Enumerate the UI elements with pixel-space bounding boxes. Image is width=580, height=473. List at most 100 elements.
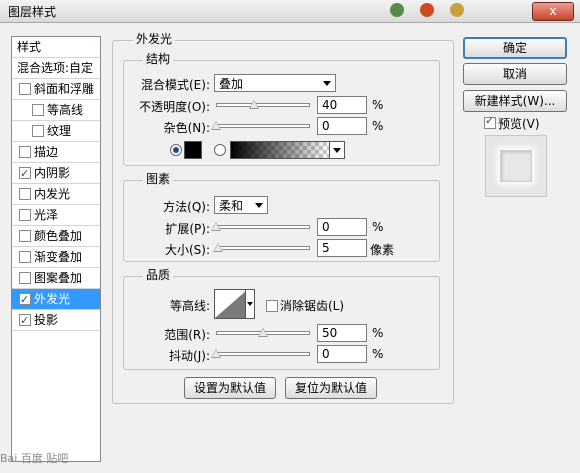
bevel-emboss-checkbox[interactable] <box>19 83 31 95</box>
gradient-radio[interactable] <box>214 144 226 156</box>
noise-slider-thumb[interactable] <box>211 121 221 130</box>
cancel-button[interactable]: 取消 <box>463 63 567 85</box>
sidebar-item-drop-shadow[interactable]: 投影 <box>12 310 100 331</box>
opacity-slider[interactable] <box>216 103 310 107</box>
size-slider[interactable] <box>216 246 310 250</box>
sidebar-item-label: 描边 <box>34 145 59 159</box>
ok-button[interactable]: 确定 <box>463 37 567 59</box>
quality-group-title: 品质 <box>143 268 174 282</box>
structure-group-title: 结构 <box>143 52 174 66</box>
jitter-slider[interactable] <box>216 352 310 356</box>
sidebar-item-label: 渐变叠加 <box>34 250 83 264</box>
size-input[interactable]: 5 <box>317 239 367 257</box>
sidebar-item-color-overlay[interactable]: 颜色叠加 <box>12 226 100 247</box>
pattern-overlay-checkbox[interactable] <box>19 272 31 284</box>
preview-checkbox[interactable] <box>484 114 496 129</box>
contour-checkbox[interactable] <box>32 104 44 116</box>
size-unit: 像素 <box>370 243 395 257</box>
title-bar: 图层样式 x <box>0 0 580 23</box>
stroke-checkbox[interactable] <box>19 146 31 158</box>
range-input-value: 50 <box>322 326 338 340</box>
solid-color-radio[interactable] <box>170 144 182 156</box>
sidebar-header-label: 样式 <box>17 40 42 54</box>
range-unit: % <box>372 326 384 340</box>
technique-select[interactable]: 柔和 <box>214 196 268 214</box>
opacity-input-value: 40 <box>322 98 338 112</box>
jitter-input[interactable]: 0 <box>317 345 367 363</box>
sidebar-item-label: 纹理 <box>47 124 72 138</box>
opacity-input[interactable]: 40 <box>317 96 367 114</box>
texture-checkbox[interactable] <box>32 125 44 137</box>
preview-label: 预览(V) <box>498 117 540 131</box>
jitter-slider-thumb[interactable] <box>211 349 221 358</box>
technique-label: 方法(Q): <box>163 200 210 214</box>
blend-mode-value: 叠加 <box>219 77 244 91</box>
noise-input[interactable]: 0 <box>317 117 367 135</box>
sidebar-item-label: 投影 <box>34 313 59 327</box>
style-preview-swatch <box>500 150 532 182</box>
elements-group-title: 图素 <box>143 172 174 186</box>
sidebar-item-label: 斜面和浮雕 <box>34 82 95 96</box>
anti-aliased-checkbox[interactable] <box>266 300 278 312</box>
range-slider-thumb[interactable] <box>258 328 268 337</box>
spread-input[interactable]: 0 <box>317 218 367 236</box>
opacity-label: 不透明度(O): <box>139 100 210 114</box>
contour-picker[interactable] <box>214 289 248 319</box>
style-preview <box>485 135 547 197</box>
outer-glow-panel-title: 外发光 <box>133 32 176 46</box>
sidebar-item-inner-shadow[interactable]: 内阴影 <box>12 163 100 184</box>
glow-gradient-picker[interactable] <box>230 141 330 159</box>
sidebar-item-label: 外发光 <box>34 292 71 306</box>
jitter-label: 抖动(J): <box>169 349 210 363</box>
sidebar-header-blending-options[interactable]: 混合选项:自定 <box>12 58 100 79</box>
inner-shadow-checkbox[interactable] <box>19 164 31 184</box>
glow-color-swatch[interactable] <box>184 141 202 159</box>
range-label: 范围(R): <box>164 328 210 342</box>
size-input-value: 5 <box>322 241 330 255</box>
inner-glow-checkbox[interactable] <box>19 188 31 200</box>
sidebar-item-contour[interactable]: 等高线 <box>12 100 100 121</box>
new-style-button[interactable]: 新建样式(W)... <box>463 90 567 112</box>
sidebar-header-label: 混合选项:自定 <box>17 61 94 75</box>
outer-glow-checkbox[interactable] <box>19 290 31 310</box>
color-overlay-checkbox[interactable] <box>19 230 31 242</box>
range-input[interactable]: 50 <box>317 324 367 342</box>
jitter-input-value: 0 <box>322 347 330 361</box>
spread-slider-thumb[interactable] <box>211 222 221 231</box>
blend-mode-select[interactable]: 叠加 <box>214 74 336 92</box>
satin-checkbox[interactable] <box>19 209 31 221</box>
close-button[interactable]: x <box>532 2 574 21</box>
drop-shadow-checkbox[interactable] <box>19 311 31 331</box>
chevron-down-icon <box>247 302 253 306</box>
gradient-dropdown-button[interactable] <box>329 141 345 159</box>
sidebar-item-texture[interactable]: 纹理 <box>12 121 100 142</box>
noise-label: 杂色(N): <box>163 121 210 135</box>
spread-slider[interactable] <box>216 225 310 229</box>
sidebar-item-inner-glow[interactable]: 内发光 <box>12 184 100 205</box>
taskbar-icon <box>390 3 404 17</box>
sidebar-item-stroke[interactable]: 描边 <box>12 142 100 163</box>
sidebar-item-label: 颜色叠加 <box>34 229 83 243</box>
watermark-text: Bai 百度 贴吧 <box>0 452 69 465</box>
spread-label: 扩展(P): <box>165 222 210 236</box>
sidebar-item-gradient-overlay[interactable]: 渐变叠加 <box>12 247 100 268</box>
contour-dropdown-button[interactable] <box>245 289 255 319</box>
sidebar-header-styles[interactable]: 样式 <box>12 37 100 58</box>
sidebar-item-pattern-overlay[interactable]: 图案叠加 <box>12 268 100 289</box>
close-icon: x <box>549 4 557 18</box>
sidebar-item-bevel-emboss[interactable]: 斜面和浮雕 <box>12 79 100 100</box>
gradient-overlay-checkbox[interactable] <box>19 251 31 263</box>
opacity-slider-thumb[interactable] <box>248 100 259 109</box>
sidebar-item-outer-glow[interactable]: 外发光 <box>12 289 100 310</box>
sidebar-item-satin[interactable]: 光泽 <box>12 205 100 226</box>
make-default-button[interactable]: 设置为默认值 <box>184 377 276 399</box>
reset-default-button[interactable]: 复位为默认值 <box>285 377 377 399</box>
style-list: 样式 混合选项:自定 斜面和浮雕 等高线 纹理 描边 内阴影 内发光 光泽 颜色… <box>11 36 101 462</box>
sidebar-item-label: 内阴影 <box>34 166 71 180</box>
taskbar-icon <box>450 3 464 17</box>
opacity-unit: % <box>372 98 384 112</box>
noise-unit: % <box>372 119 384 133</box>
size-slider-thumb[interactable] <box>212 243 223 252</box>
sidebar-item-label: 光泽 <box>34 208 59 222</box>
noise-slider[interactable] <box>216 124 310 128</box>
